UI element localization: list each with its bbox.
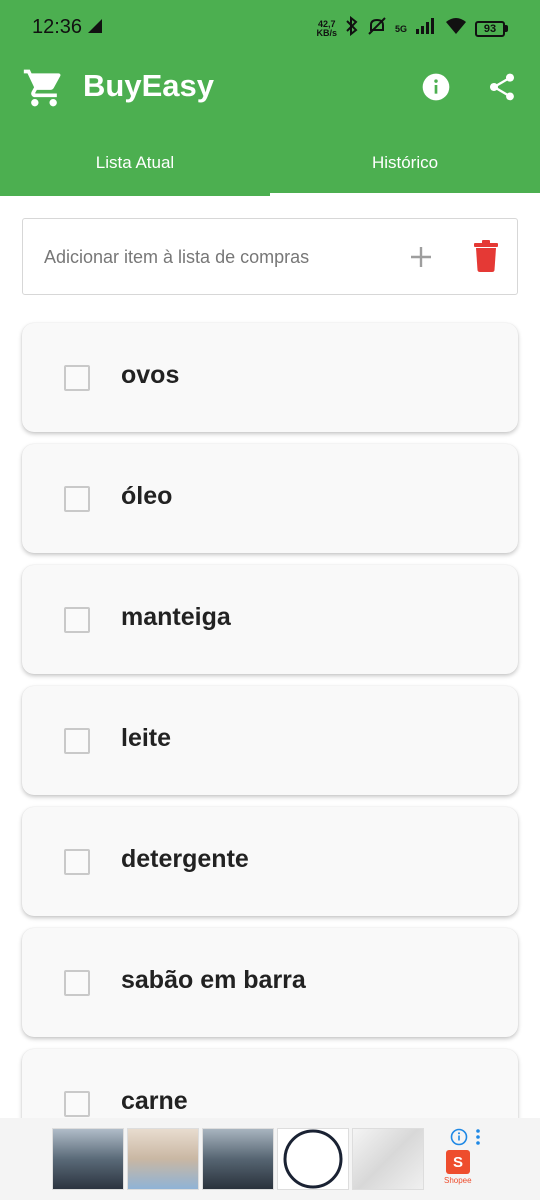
status-icons: 42,7 KB/s 5G 93 <box>316 15 508 41</box>
status-time: 12:36 <box>32 16 83 38</box>
add-item-box <box>22 218 518 295</box>
list-item[interactable]: sabão em barra <box>22 928 518 1037</box>
item-label: detergente <box>121 845 249 873</box>
cell-signal-icon <box>415 17 437 40</box>
more-vert-icon[interactable] <box>474 1128 482 1151</box>
share-button[interactable] <box>486 71 518 103</box>
signal-activity-icon <box>86 17 104 40</box>
tab-bar: Lista Atual Histórico <box>0 130 540 196</box>
item-checkbox[interactable] <box>64 486 90 512</box>
tab-historico[interactable]: Histórico <box>270 130 540 196</box>
wifi-icon <box>445 17 467 40</box>
tab-lista-atual[interactable]: Lista Atual <box>0 130 270 196</box>
ring-product-icon <box>283 1129 343 1189</box>
list-item[interactable]: detergente <box>22 807 518 916</box>
shopee-bag-icon[interactable]: S <box>446 1150 470 1174</box>
list-item[interactable]: leite <box>22 686 518 795</box>
ad-banner[interactable]: S Shopee <box>0 1118 540 1200</box>
ad-info-icon[interactable] <box>450 1128 468 1151</box>
status-bar: 12:36 42,7 KB/s 5G 93 <box>0 0 540 56</box>
info-button[interactable] <box>420 71 452 103</box>
clear-list-button[interactable] <box>472 239 500 273</box>
ad-product-image[interactable] <box>202 1128 274 1190</box>
item-label: sabão em barra <box>121 966 306 994</box>
item-checkbox[interactable] <box>64 365 90 391</box>
item-label: leite <box>121 724 172 752</box>
list-item[interactable]: ovos <box>22 323 518 432</box>
item-label: óleo <box>121 482 173 510</box>
item-label: carne <box>121 1087 188 1115</box>
ad-product-image[interactable] <box>352 1128 424 1190</box>
add-item-button[interactable] <box>406 242 436 272</box>
net-speed: 42,7 KB/s <box>316 19 337 38</box>
item-label: ovos <box>121 361 180 389</box>
network-type: 5G <box>394 23 407 34</box>
battery-indicator: 93 <box>475 20 508 37</box>
tab-indicator <box>270 193 540 196</box>
bluetooth-icon <box>345 15 359 41</box>
list-item[interactable]: óleo <box>22 444 518 553</box>
item-checkbox[interactable] <box>64 1091 90 1117</box>
item-label: manteiga <box>121 603 231 631</box>
app-bar: BuyEasy <box>0 56 540 120</box>
item-checkbox[interactable] <box>64 728 90 754</box>
cart-icon <box>22 66 66 115</box>
net-speed-unit: KB/s <box>316 27 337 38</box>
ad-product-image[interactable] <box>127 1128 199 1190</box>
share-icon <box>490 73 514 101</box>
list-item[interactable]: manteiga <box>22 565 518 674</box>
app-title: BuyEasy <box>83 68 214 103</box>
ad-advertiser: Shopee <box>444 1176 472 1185</box>
battery-level: 93 <box>475 20 505 37</box>
app-header: 12:36 42,7 KB/s 5G 93 BuyEasy Lista Atua… <box>0 0 540 196</box>
add-item-input[interactable] <box>44 239 394 275</box>
item-checkbox[interactable] <box>64 970 90 996</box>
item-checkbox[interactable] <box>64 607 90 633</box>
item-checkbox[interactable] <box>64 849 90 875</box>
info-icon <box>422 73 450 101</box>
ad-product-image[interactable] <box>277 1128 349 1190</box>
mute-icon <box>367 16 387 41</box>
plus-icon <box>411 247 431 267</box>
ad-product-image[interactable] <box>52 1128 124 1190</box>
battery-tip <box>505 25 508 32</box>
trash-icon <box>474 240 498 272</box>
